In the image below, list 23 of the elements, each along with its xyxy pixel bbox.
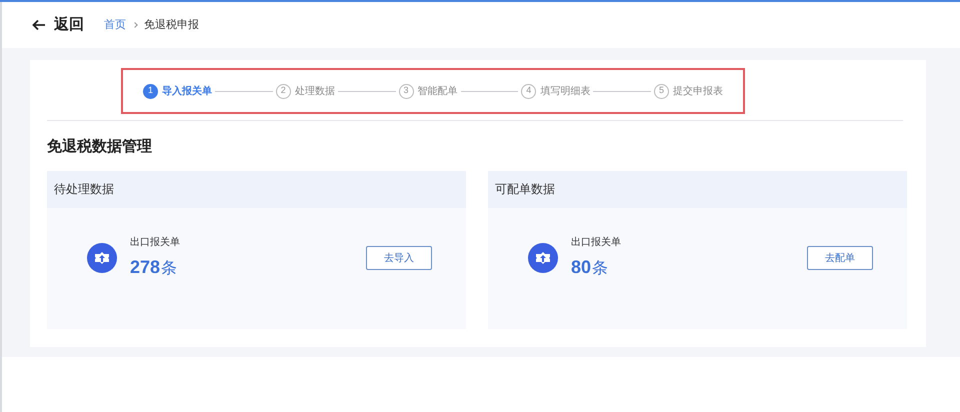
step: 5 提交申报表 (654, 84, 723, 98)
card-title: 可配单数据 (495, 181, 555, 198)
card-title: 待处理数据 (54, 181, 114, 198)
customs-document-icon (87, 243, 117, 273)
breadcrumb-current: 免退税申报 (144, 18, 199, 33)
back-arrow-icon (32, 19, 46, 31)
back-button[interactable]: 返回 (32, 14, 84, 36)
section-title: 免退税数据管理 (47, 137, 153, 157)
item-label: 出口报关单 (571, 236, 621, 250)
step: 1 导入报关单 (143, 84, 212, 98)
count-unit: 条 (592, 259, 608, 279)
item-label: 出口报关单 (130, 236, 180, 250)
breadcrumb-separator-icon (132, 22, 138, 28)
breadcrumb-link[interactable]: 首页 (104, 16, 126, 34)
step: 2 处理数据 (276, 84, 335, 98)
record-count: 278 (130, 256, 160, 279)
record-count: 80 (571, 256, 592, 279)
action-button[interactable]: 去导入 (366, 246, 432, 270)
count-unit: 条 (161, 259, 178, 279)
action-button[interactable]: 去配单 (807, 246, 873, 270)
step: 4 填写明细表 (521, 84, 590, 98)
customs-document-icon (528, 243, 558, 273)
step: 3 智能配单 (398, 84, 458, 98)
